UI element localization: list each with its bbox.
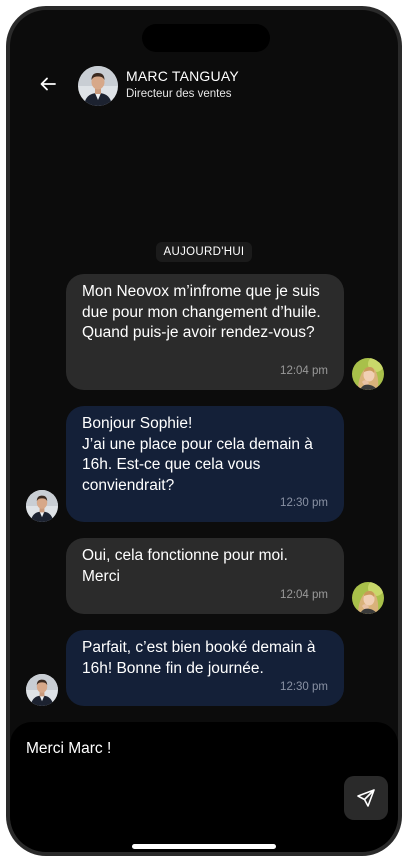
contact-role: Directeur des ventes: [126, 88, 232, 100]
message-bubble[interactable]: Mon Neovox m’infrome que je suis due pou…: [66, 274, 344, 390]
message-text: Oui, cela fonctionne pour moi. Merci: [82, 547, 288, 585]
contact-name: MARC TANGUAY: [126, 68, 239, 84]
chat-screen: MARC TANGUAY Directeur des ventes AUJOUR…: [10, 10, 398, 852]
arrow-left-icon: [40, 77, 56, 91]
message-bubble[interactable]: Parfait, c’est bien booké demain à 16h! …: [66, 630, 344, 706]
message-input[interactable]: [26, 740, 326, 758]
message-timestamp: 12:30 pm: [280, 496, 328, 509]
sender-avatar: [26, 674, 58, 706]
message-text: Mon Neovox m’infrome que je suis due pou…: [82, 283, 321, 341]
message-bubble[interactable]: Oui, cela fonctionne pour moi. Merci 12:…: [66, 538, 344, 614]
sender-avatar: [26, 490, 58, 522]
message-bubble[interactable]: Bonjour Sophie! J’ai une place pour cela…: [66, 406, 344, 522]
sender-avatar: [352, 358, 384, 390]
day-separator-label: AUJOURD'HUI: [155, 242, 253, 262]
sender-avatar: [352, 582, 384, 614]
phone-frame: MARC TANGUAY Directeur des ventes AUJOUR…: [6, 6, 402, 856]
back-button[interactable]: [34, 70, 62, 98]
contact-avatar[interactable]: [78, 66, 118, 106]
message-timestamp: 12:30 pm: [280, 680, 328, 693]
message-text: Bonjour Sophie! J’ai une place pour cela…: [82, 415, 313, 494]
message-timestamp: 12:04 pm: [280, 588, 328, 601]
message-timestamp: 12:04 pm: [280, 364, 328, 377]
day-separator: AUJOURD'HUI: [10, 242, 398, 262]
message-composer: [10, 722, 398, 852]
camera-notch: [142, 24, 270, 52]
home-indicator[interactable]: [132, 844, 276, 849]
chat-header: MARC TANGUAY Directeur des ventes: [10, 60, 398, 110]
send-icon: [357, 789, 375, 807]
message-text: Parfait, c’est bien booké demain à 16h! …: [82, 639, 316, 677]
send-button[interactable]: [344, 776, 388, 820]
